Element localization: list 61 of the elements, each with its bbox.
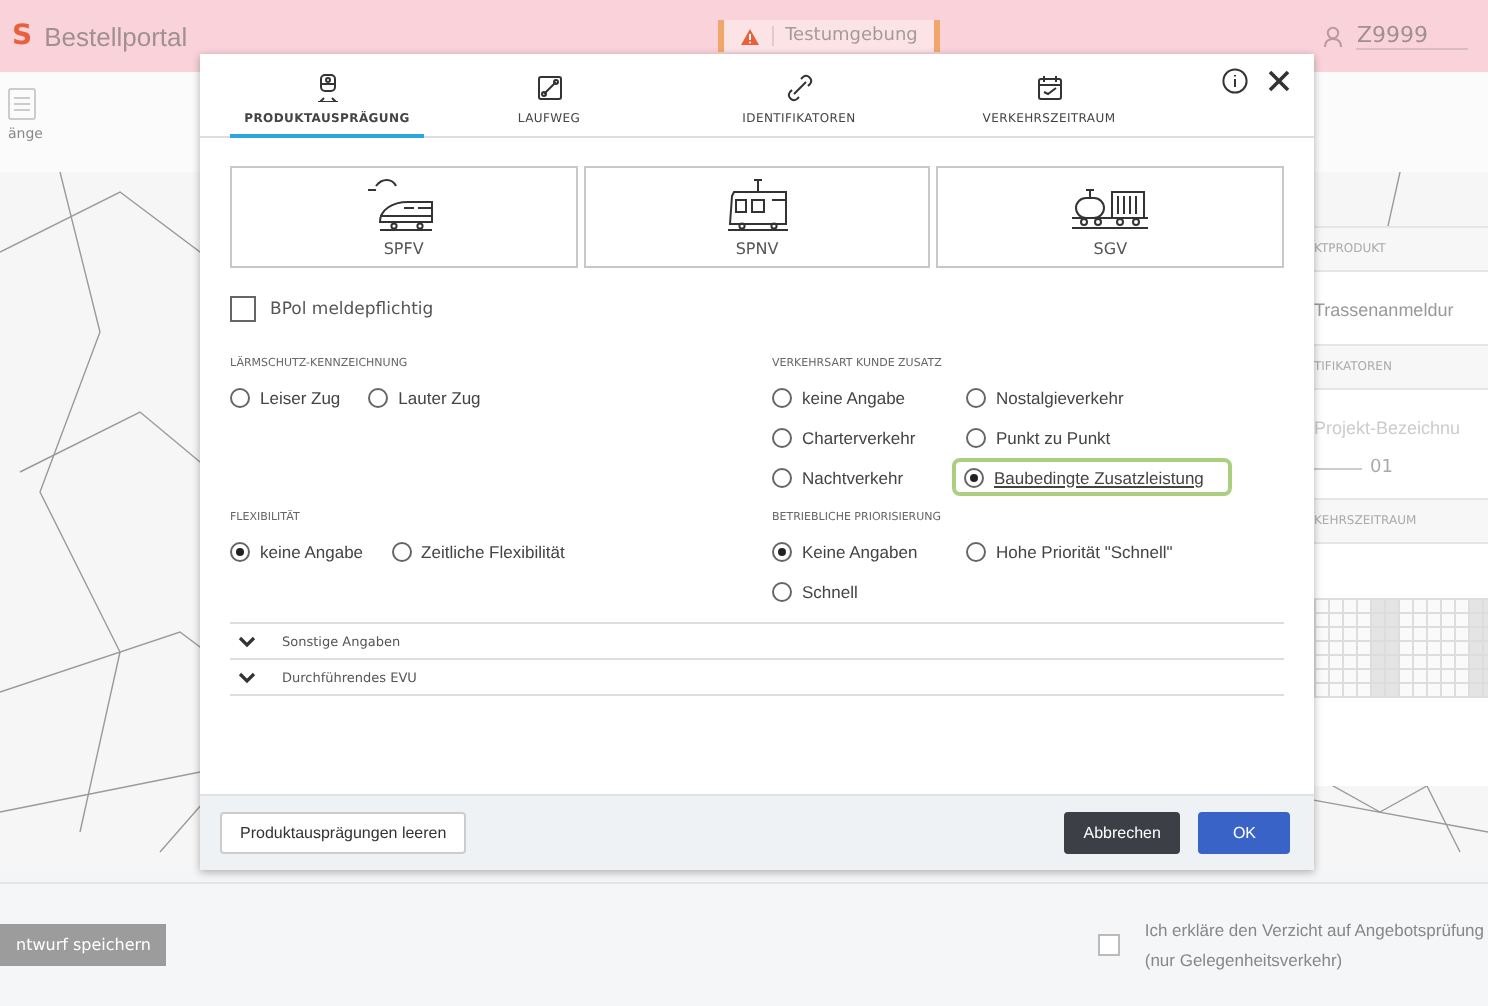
radio-label: Baubedingte Zusatzleistung xyxy=(994,467,1204,487)
chevron-down-icon xyxy=(238,635,256,647)
field-value: 01 xyxy=(1370,458,1393,478)
radio-option[interactable]: Leiser Zug xyxy=(230,384,341,412)
radio-button[interactable] xyxy=(772,468,792,488)
info-icon xyxy=(1222,68,1248,94)
radio-label: Lauter Zug xyxy=(398,388,481,408)
clear-button[interactable]: Produktausprägungen leeren xyxy=(220,812,467,854)
radio-label: keine Angabe xyxy=(802,388,906,408)
radio-option[interactable]: Zeitliche Flexibilität xyxy=(391,538,565,566)
radio-label: Punkt zu Punkt xyxy=(996,428,1111,448)
radio-option[interactable]: keine Angabe xyxy=(772,384,906,412)
radio-option[interactable]: Charterverkehr xyxy=(772,424,916,452)
radio-button[interactable] xyxy=(966,428,986,448)
radio-button[interactable] xyxy=(772,428,792,448)
environment-label: Testumgebung xyxy=(771,26,918,46)
radio-option[interactable]: Nostalgieverkehr xyxy=(966,384,1124,412)
radio-button[interactable] xyxy=(772,542,792,562)
close-icon xyxy=(1268,70,1290,92)
logo-mark: S xyxy=(12,20,33,52)
radio-option[interactable]: Punkt zu Punkt xyxy=(966,424,1111,452)
waiver-text: (nur Gelegenheitsverkehr) xyxy=(1144,950,1345,970)
app-title: Bestellportal xyxy=(44,21,188,51)
radio-button[interactable] xyxy=(230,388,250,408)
radio-button[interactable] xyxy=(966,542,986,562)
checkbox-label: BPol meldepflichtig xyxy=(270,299,434,319)
radio-label: Leiser Zug xyxy=(260,388,341,408)
radio-label: Charterverkehr xyxy=(802,428,916,448)
warning-icon xyxy=(739,27,760,45)
radio-button[interactable] xyxy=(368,388,389,408)
radio-option[interactable]: Schnell xyxy=(772,578,858,606)
radio-label: Hohe Priorität "Schnell" xyxy=(996,542,1173,562)
radio-option[interactable]: Lauter Zug xyxy=(368,384,481,412)
radio-label: keine Angabe xyxy=(260,542,364,562)
waiver-text: Ich erkläre den Verzicht auf Angebotsprüfung xyxy=(1144,920,1484,940)
focused-radio-option[interactable]: Baubedingte Zusatzleistung xyxy=(956,462,1228,492)
radio-button[interactable] xyxy=(966,388,986,408)
radio-label: Schnell xyxy=(802,582,858,602)
radio-option[interactable]: keine Angabe xyxy=(230,538,364,566)
checkbox[interactable] xyxy=(1098,934,1121,956)
checkbox[interactable] xyxy=(230,296,256,322)
radio-label: Keine Angaben xyxy=(802,542,918,562)
product-card[interactable]: SGV xyxy=(936,166,1285,268)
radio-button[interactable] xyxy=(964,467,984,487)
radio-option[interactable]: Nachtverkehr xyxy=(772,464,904,492)
radio-option[interactable]: Hohe Priorität "Schnell" xyxy=(966,538,1173,566)
radio-option[interactable]: Keine Angaben xyxy=(772,538,918,566)
cancel-button[interactable]: Abbrechen xyxy=(1063,812,1181,854)
ok-button[interactable]: OK xyxy=(1198,812,1290,854)
radio-button[interactable] xyxy=(230,542,250,562)
list-icon xyxy=(8,88,36,120)
product-card[interactable]: SPFV xyxy=(230,166,578,268)
user-icon xyxy=(1324,25,1345,47)
radio-label: Zeitliche Flexibilität xyxy=(421,542,565,562)
chevron-down-icon xyxy=(238,671,256,683)
product-card[interactable]: SPNV xyxy=(583,166,931,268)
radio-button[interactable] xyxy=(772,582,792,602)
radio-button[interactable] xyxy=(391,542,412,562)
radio-button[interactable] xyxy=(772,388,792,408)
radio-label: Nostalgieverkehr xyxy=(996,388,1124,408)
radio-label: Nachtverkehr xyxy=(802,468,904,488)
